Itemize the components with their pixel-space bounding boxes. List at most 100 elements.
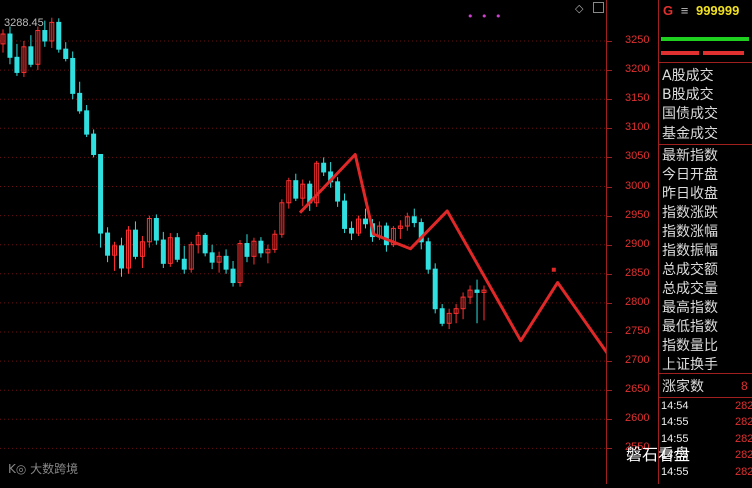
period-high-label: 3288.45 — [4, 17, 44, 29]
candle-body — [14, 56, 20, 73]
panel-label: 总成交量 — [662, 281, 718, 297]
candle-body — [209, 252, 215, 263]
panel-label: 最高指数 — [662, 300, 718, 316]
axis-tick — [606, 215, 612, 217]
tick-value: 282 — [735, 416, 752, 429]
candle-body — [293, 180, 299, 199]
price-tick-label: 3100 — [625, 121, 650, 134]
candle-body — [432, 268, 438, 310]
candle-body — [349, 227, 355, 234]
axis-tick — [606, 128, 612, 130]
tick-time: 14:55 — [661, 465, 689, 478]
axis-tick — [606, 448, 612, 450]
panel-label: 最低指数 — [662, 319, 718, 335]
more-dots-icon[interactable]: • • • — [467, 10, 503, 23]
axis-tick — [606, 41, 612, 42]
candle-body — [28, 46, 34, 65]
candle-body — [258, 240, 264, 254]
price-tick-label: 2800 — [625, 295, 650, 308]
candle-body — [474, 289, 480, 293]
diamond-icon[interactable]: ◇ — [575, 2, 583, 15]
candle-body — [77, 92, 83, 112]
price-tick-label: 3150 — [625, 92, 650, 105]
candle-body — [91, 133, 97, 155]
candlestick-chart[interactable]: 3288.45 • • • ◇ K◎ 大数跨境 — [0, 0, 670, 484]
panel-label: 指数涨跌 — [662, 205, 718, 221]
marker-dot — [551, 267, 556, 272]
divider — [659, 373, 752, 374]
panel-label: 国债成交 — [662, 106, 718, 123]
tick-value: 282 — [735, 432, 752, 445]
candle-body — [98, 153, 104, 234]
candle-body — [160, 239, 166, 264]
window-toggle-icon[interactable] — [593, 2, 604, 13]
axis-tick — [606, 99, 612, 101]
price-tick-label: 2950 — [625, 208, 650, 221]
candle-body — [132, 229, 138, 257]
watermark: 磐石看盘 — [626, 445, 691, 464]
brand-logo: K◎ 大数跨境 — [8, 462, 79, 476]
g-label[interactable]: G — [663, 3, 673, 18]
price-tick-label: 2650 — [625, 383, 650, 396]
candle-body — [56, 21, 62, 50]
tick-value: 282 — [735, 465, 752, 478]
quote-panel: G ≡ 999999 A股成交 B股成交 国债成交 基金成交 最新指数 今日开盘 昨日收盘… — [658, 0, 752, 484]
price-tick-label: 2600 — [625, 412, 650, 425]
candle-body — [174, 237, 180, 260]
price-tick-label: 2750 — [625, 325, 650, 337]
price-tick-label: 3250 — [625, 34, 650, 46]
chart-canvas[interactable] — [0, 0, 670, 484]
candle-body — [7, 33, 13, 58]
wave-line — [298, 152, 670, 363]
candle-body — [383, 225, 389, 246]
panel-label: 基金成交 — [662, 125, 718, 142]
axis-tick — [606, 70, 612, 72]
candle-body — [321, 162, 327, 173]
index-code[interactable]: 999999 — [696, 3, 739, 18]
axis-tick — [606, 332, 612, 333]
price-tick-label: 3000 — [625, 179, 650, 192]
panel-label: B股成交 — [662, 87, 714, 104]
panel-header: G ≡ 999999 — [663, 3, 739, 18]
candle-body — [181, 258, 187, 270]
price-tick-label: 3050 — [625, 150, 650, 163]
axis-tick — [606, 302, 612, 304]
menu-icon[interactable]: ≡ — [681, 3, 689, 18]
divider — [659, 397, 752, 398]
sell-bar-mid — [703, 51, 744, 55]
axis-tick — [606, 186, 612, 188]
zhangjia-label: 涨家数 — [662, 379, 704, 395]
price-axis: 3250 3200 3150 3100 3050 3000 2950 2900 2850 2800… — [606, 0, 658, 484]
tick-value: 282 — [735, 400, 752, 412]
candle-body — [223, 255, 229, 270]
panel-label: 总成交额 — [662, 262, 718, 278]
panel-label: 今日开盘 — [662, 167, 718, 183]
price-tick-label: 2700 — [625, 354, 650, 367]
panel-label: 上证换手 — [662, 357, 718, 373]
axis-tick — [606, 419, 612, 421]
axis-line — [606, 0, 607, 484]
price-tick-label: 2900 — [625, 237, 650, 250]
sell-bar-left — [661, 51, 699, 55]
price-tick-label: 3200 — [625, 63, 650, 76]
candle-body — [70, 57, 76, 94]
zhangjia-value: 8 — [741, 379, 748, 393]
candle-body — [202, 234, 208, 254]
candle-body — [153, 218, 159, 241]
candle-body — [342, 200, 348, 229]
panel-label: 指数涨幅 — [662, 224, 718, 240]
candle-body — [63, 48, 69, 59]
tick-value: 282 — [735, 449, 752, 462]
panel-label: 昨日收盘 — [662, 186, 718, 202]
tick-time: 14:55 — [661, 416, 689, 429]
panel-label: A股成交 — [662, 68, 714, 84]
candle-body — [119, 245, 125, 269]
candle-body — [335, 181, 341, 202]
divider — [659, 62, 752, 63]
candle-body — [84, 110, 90, 135]
tick-time: 14:54 — [661, 400, 689, 412]
axis-tick — [606, 157, 612, 159]
candle-body — [362, 218, 368, 225]
candle-body — [411, 216, 417, 224]
candle-body — [42, 30, 48, 42]
